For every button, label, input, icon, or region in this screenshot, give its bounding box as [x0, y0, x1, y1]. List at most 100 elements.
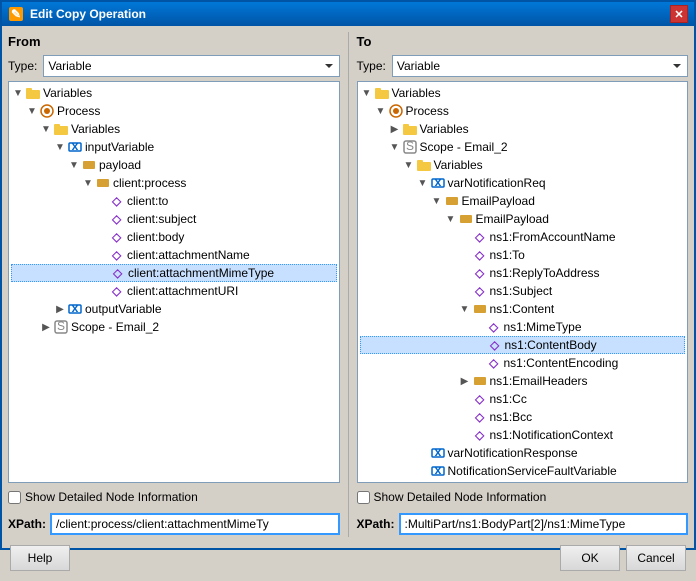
from-expand-payload[interactable]: ▼ — [67, 158, 81, 172]
to-tree-row-emailhdr[interactable]: ▶ ns1:EmailHeaders — [360, 372, 686, 390]
to-label-varresp: varNotificationResponse — [448, 446, 578, 460]
from-xpath-row: XPath: — [8, 511, 340, 537]
to-expand-emailhdr[interactable]: ▶ — [458, 374, 472, 388]
svg-text:◇: ◇ — [474, 410, 485, 424]
to-tree-row-replyto[interactable]: ◇ ns1:ReplyToAddress — [360, 264, 686, 282]
from-tree-container[interactable]: ▼ Variables ▼ — [8, 81, 340, 483]
from-expand-vars2[interactable]: ▼ — [39, 122, 53, 136]
svg-text:◇: ◇ — [474, 266, 485, 280]
svg-text:◇: ◇ — [474, 392, 485, 406]
from-expand-scope[interactable]: ▶ — [39, 320, 53, 334]
from-tree-row-catturi[interactable]: ◇ client:attachmentURI — [11, 282, 337, 300]
to-tree-row-notifctx[interactable]: ◇ ns1:NotificationContext — [360, 426, 686, 444]
to-variable-icon-2: x — [430, 445, 446, 461]
to-expand-emailpay[interactable]: ▼ — [430, 194, 444, 208]
from-label-variables: Variables — [43, 86, 92, 100]
to-folder-icon-2 — [402, 121, 418, 137]
to-label-contentbody: ns1:ContentBody — [505, 338, 597, 352]
svg-text:x: x — [434, 446, 441, 459]
to-expand-vars2[interactable]: ▶ — [388, 122, 402, 136]
to-attr-icon-6: ◇ — [487, 337, 503, 353]
to-expand-scope[interactable]: ▼ — [388, 140, 402, 154]
from-tree-row-cattname[interactable]: ◇ client:attachmentName — [11, 246, 337, 264]
from-tree-row-inputvar[interactable]: ▼ x inputVariable — [11, 138, 337, 156]
to-xpath-row: XPath: — [357, 511, 689, 537]
from-tree-row-cattmime[interactable]: ◇ client:attachmentMimeType — [11, 264, 337, 282]
cancel-button[interactable]: Cancel — [626, 545, 686, 571]
to-attr-icon: ◇ — [472, 229, 488, 245]
from-tree-row-variables[interactable]: ▼ Variables — [11, 84, 337, 102]
from-expand-process[interactable]: ▼ — [25, 104, 39, 118]
to-label-cc: ns1:Cc — [490, 392, 527, 406]
folder-icon — [25, 85, 41, 101]
from-tree-row-cto[interactable]: ◇ client:to — [11, 192, 337, 210]
to-expand-scopevars[interactable]: ▼ — [402, 158, 416, 172]
to-tree-row-to[interactable]: ◇ ns1:To — [360, 246, 686, 264]
to-expand-process[interactable]: ▼ — [374, 104, 388, 118]
to-tree-row-notiffault[interactable]: x NotificationServiceFaultVariable — [360, 462, 686, 480]
edit-copy-operation-window: ✎ Edit Copy Operation ✕ From Type: Varia… — [0, 0, 696, 550]
help-button[interactable]: Help — [10, 545, 70, 571]
from-xpath-input[interactable] — [50, 513, 339, 535]
to-tree-row-varresp[interactable]: x varNotificationResponse — [360, 444, 686, 462]
to-tree-row-emailpay2[interactable]: ▼ EmailPayload — [360, 210, 686, 228]
to-tree-row-emailpay[interactable]: ▼ EmailPayload — [360, 192, 686, 210]
from-tree-row-cprocess[interactable]: ▼ client:process — [11, 174, 337, 192]
from-expand-inputvar[interactable]: ▼ — [53, 140, 67, 154]
from-tree-row-csubject[interactable]: ◇ client:subject — [11, 210, 337, 228]
to-tree-container[interactable]: ▼ Variables ▼ — [357, 81, 689, 483]
from-expand-cprocess[interactable]: ▼ — [81, 176, 95, 190]
from-tree-row-cbody[interactable]: ◇ client:body — [11, 228, 337, 246]
ok-button[interactable]: OK — [560, 545, 620, 571]
to-tree-row-bcc[interactable]: ◇ ns1:Bcc — [360, 408, 686, 426]
to-attr-icon-5: ◇ — [486, 319, 502, 335]
to-tree-row-process[interactable]: ▼ Process — [360, 102, 686, 120]
to-label-scopevars: Variables — [434, 158, 483, 172]
to-label-vars2: Variables — [420, 122, 469, 136]
to-attr-icon-7: ◇ — [486, 355, 502, 371]
attr-icon-2: ◇ — [109, 211, 125, 227]
to-tree-row-mimetype[interactable]: ◇ ns1:MimeType — [360, 318, 686, 336]
from-detailed-checkbox[interactable] — [8, 491, 21, 504]
folder-icon-2 — [53, 121, 69, 137]
to-element-icon-3 — [472, 301, 488, 317]
to-label-contentenc: ns1:ContentEncoding — [504, 356, 619, 370]
to-tree-row-scope[interactable]: ▼ S Scope - Email_2 — [360, 138, 686, 156]
from-tree-row-vars2[interactable]: ▼ Variables — [11, 120, 337, 138]
svg-text:◇: ◇ — [111, 248, 122, 262]
from-type-select[interactable]: Variable Expression Literal — [43, 55, 339, 77]
from-tree-row-outputvar[interactable]: ▶ x outputVariable — [11, 300, 337, 318]
attr-icon-3: ◇ — [109, 229, 125, 245]
to-tree-row-subject[interactable]: ◇ ns1:Subject — [360, 282, 686, 300]
close-button[interactable]: ✕ — [670, 5, 688, 23]
from-expand-outputvar[interactable]: ▶ — [53, 302, 67, 316]
to-xpath-input[interactable] — [399, 513, 688, 535]
to-tree-row-content[interactable]: ▼ ns1:Content — [360, 300, 686, 318]
svg-text:◇: ◇ — [474, 230, 485, 244]
to-tree-row-varreq[interactable]: ▼ x varNotificationReq — [360, 174, 686, 192]
to-expand-emailpay2[interactable]: ▼ — [444, 212, 458, 226]
from-tree-row-payload[interactable]: ▼ payload — [11, 156, 337, 174]
to-type-select[interactable]: Variable Expression Literal — [392, 55, 688, 77]
to-tree-row-fromacct[interactable]: ◇ ns1:FromAccountName — [360, 228, 686, 246]
to-tree-row-vars2[interactable]: ▶ Variables — [360, 120, 686, 138]
from-tree-row-scope[interactable]: ▶ S Scope - Email_2 — [11, 318, 337, 336]
to-tree-row-contentbody[interactable]: ◇ ns1:ContentBody — [360, 336, 686, 354]
to-element-icon-2 — [458, 211, 474, 227]
to-label-process: Process — [406, 104, 449, 118]
to-detailed-checkbox[interactable] — [357, 491, 370, 504]
to-expand-variables[interactable]: ▼ — [360, 86, 374, 100]
to-label-replyto: ns1:ReplyToAddress — [490, 266, 600, 280]
to-expand-varreq[interactable]: ▼ — [416, 176, 430, 190]
element-icon — [81, 157, 97, 173]
from-tree-row-process[interactable]: ▼ Process — [11, 102, 337, 120]
to-tree-row-variables[interactable]: ▼ Variables — [360, 84, 686, 102]
to-tree-row-contentenc[interactable]: ◇ ns1:ContentEncoding — [360, 354, 686, 372]
to-variable-icon: x — [430, 175, 446, 191]
to-tree-row-scopevars[interactable]: ▼ Variables — [360, 156, 686, 174]
to-expand-content[interactable]: ▼ — [458, 302, 472, 316]
from-expand-variables[interactable]: ▼ — [11, 86, 25, 100]
to-attr-icon-2: ◇ — [472, 247, 488, 263]
svg-text:◇: ◇ — [474, 248, 485, 262]
to-tree-row-cc[interactable]: ◇ ns1:Cc — [360, 390, 686, 408]
